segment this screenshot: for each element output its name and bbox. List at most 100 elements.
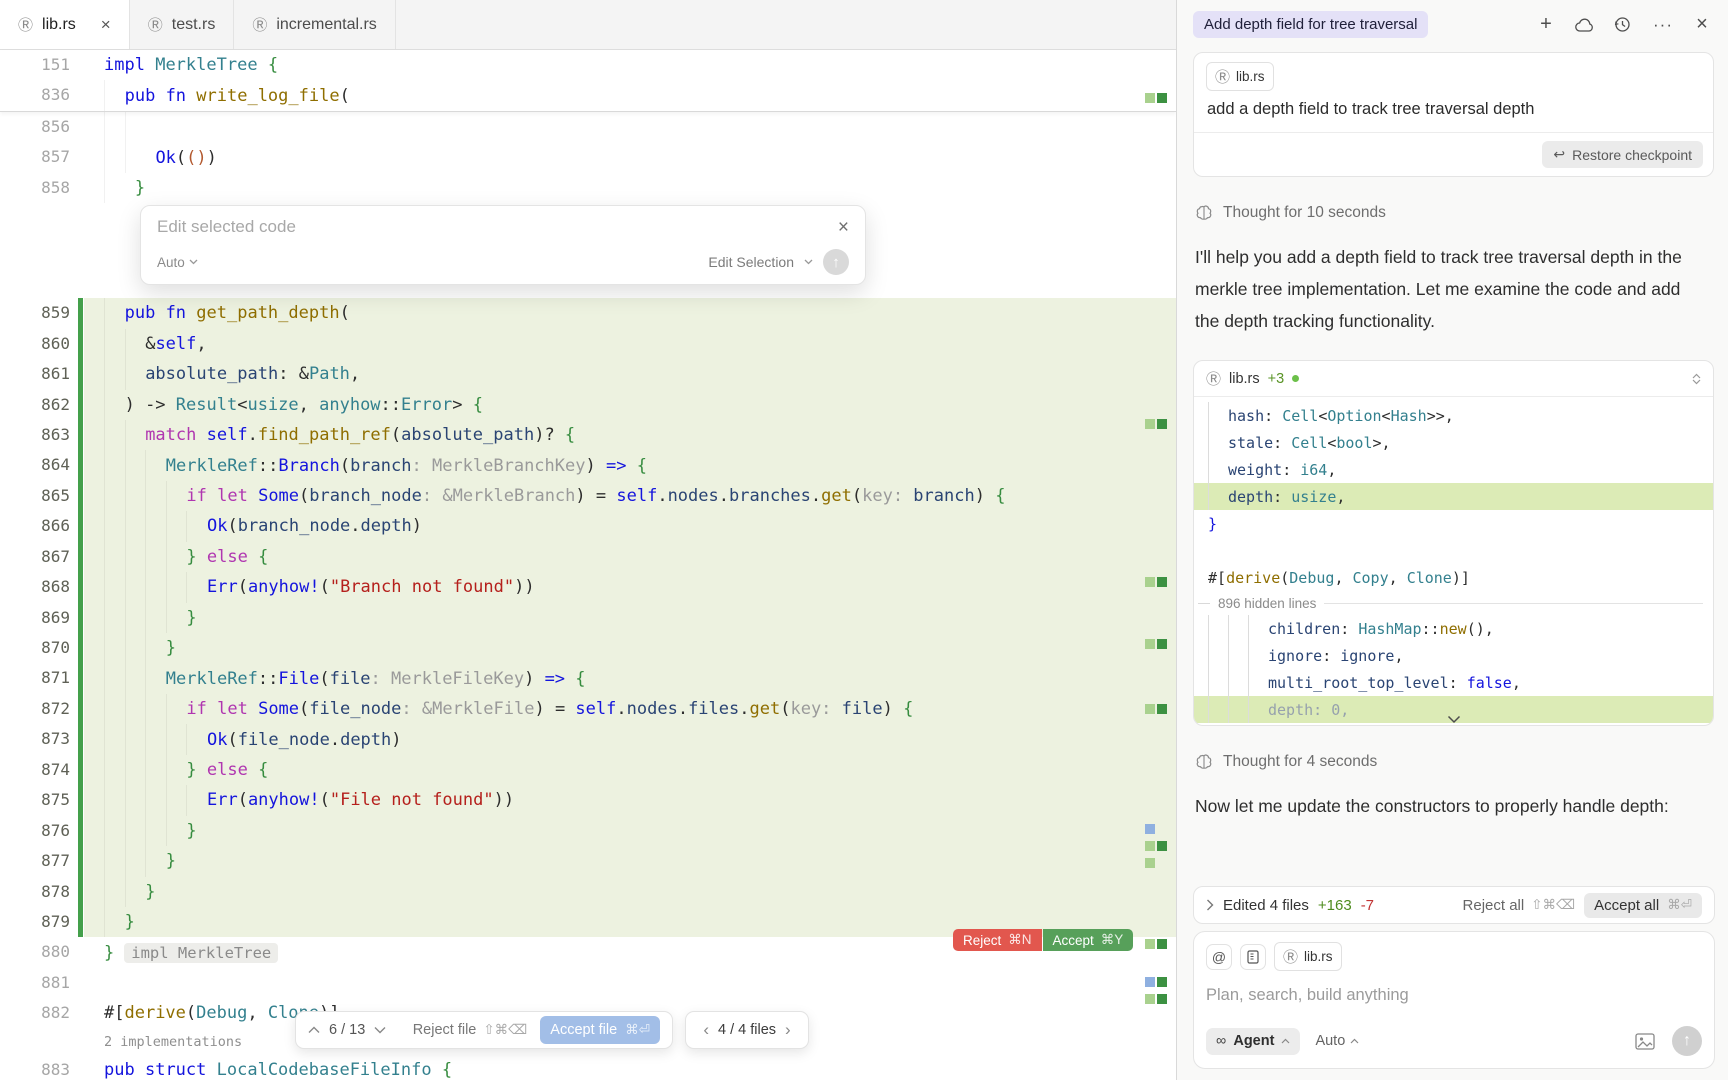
change-marker[interactable] <box>1157 704 1167 714</box>
file-context-chip[interactable]: Ⓡ lib.rs <box>1206 62 1274 91</box>
code-line-870[interactable]: 870} <box>0 633 1176 663</box>
assist-model-select[interactable]: Auto <box>157 255 198 270</box>
chevron-down-icon[interactable] <box>374 1026 386 1034</box>
diff-preview-card[interactable]: Ⓡ lib.rs +3 hash: Cell<Option<Hash>>,sta… <box>1193 360 1714 726</box>
code-line-871[interactable]: 871MerkleRef::File(file: MerkleFileKey) … <box>0 663 1176 693</box>
reject-all-button[interactable]: Reject all ⇧⌘⌫ <box>1463 897 1576 914</box>
change-marker[interactable] <box>1145 419 1155 429</box>
scrollbar-change-markers[interactable] <box>1145 0 1169 1080</box>
code-line-869[interactable]: 869} <box>0 603 1176 633</box>
next-file-button[interactable]: › <box>785 1020 791 1040</box>
change-marker[interactable] <box>1145 639 1155 649</box>
hidden-lines-divider[interactable]: 896 hidden lines <box>1194 591 1713 615</box>
thought-row[interactable]: Thought for 4 seconds <box>1195 753 1710 771</box>
code-line-857[interactable]: 857 Ok(()) <box>0 142 1176 172</box>
code-line-876[interactable]: 876} <box>0 816 1176 846</box>
mention-button[interactable]: @ <box>1206 944 1232 970</box>
file-context-chip[interactable]: Ⓡ lib.rs <box>1274 942 1342 971</box>
code-token: Err <box>207 790 238 810</box>
code-line-151[interactable]: 151impl MerkleTree { <box>0 50 1176 80</box>
assist-send-button[interactable]: ↑ <box>823 249 849 275</box>
new-thread-button[interactable]: + <box>1536 13 1556 36</box>
message-input[interactable]: Plan, search, build anything <box>1206 986 1702 1005</box>
change-marker[interactable] <box>1157 93 1167 103</box>
close-icon[interactable]: × <box>838 218 849 237</box>
rules-icon[interactable] <box>1240 944 1266 970</box>
code-line-878[interactable]: 878} <box>0 877 1176 907</box>
change-marker[interactable] <box>1145 994 1155 1004</box>
accept-all-button[interactable]: Accept all ⌘⏎ <box>1584 893 1702 918</box>
chevron-down-icon[interactable] <box>804 259 813 265</box>
change-marker[interactable] <box>1157 977 1167 987</box>
change-marker[interactable] <box>1157 841 1167 851</box>
change-marker[interactable] <box>1145 704 1155 714</box>
tab-lib.rs[interactable]: Ⓡlib.rs× <box>0 0 130 49</box>
code-line-863[interactable]: 863match self.find_path_ref(absolute_pat… <box>0 420 1176 450</box>
code-line-872[interactable]: 872if let Some(file_node: &MerkleFile) =… <box>0 694 1176 724</box>
code-editor[interactable]: Ⓡlib.rs×Ⓡtest.rsⓇincremental.rs 151impl … <box>0 0 1176 1080</box>
change-marker[interactable] <box>1145 858 1155 868</box>
code-line-856[interactable]: 856 <box>0 112 1176 142</box>
tab-test.rs[interactable]: Ⓡtest.rs <box>130 0 235 49</box>
assist-input[interactable]: Edit selected code <box>157 217 296 237</box>
hidden-lines-label[interactable]: 896 hidden lines <box>1218 596 1316 611</box>
code-line-858[interactable]: 858 } <box>0 173 1176 203</box>
prev-file-button[interactable]: ‹ <box>703 1020 709 1040</box>
more-options-icon[interactable]: ··· <box>1653 15 1673 35</box>
code-line-836[interactable]: 836pub fn write_log_file( <box>0 80 1176 110</box>
change-marker[interactable] <box>1157 939 1167 949</box>
code-line-883[interactable]: 883pub struct LocalCodebaseFileInfo { <box>0 1055 1176 1080</box>
code-token: Ok <box>207 730 227 750</box>
code-text: &self, <box>104 329 207 359</box>
change-marker[interactable] <box>1145 939 1155 949</box>
code-line-864[interactable]: 864MerkleRef::Branch(branch: MerkleBranc… <box>0 450 1176 480</box>
code-line-866[interactable]: 866Ok(branch_node.depth) <box>0 511 1176 541</box>
agent-mode-select[interactable]: ∞ Agent <box>1206 1028 1300 1055</box>
code-line-861[interactable]: 861absolute_path: &Path, <box>0 359 1176 389</box>
change-marker[interactable] <box>1157 994 1167 1004</box>
close-panel-icon[interactable]: × <box>1692 13 1712 36</box>
change-marker[interactable] <box>1157 639 1167 649</box>
expand-icon[interactable] <box>1692 373 1701 385</box>
change-marker[interactable] <box>1145 93 1155 103</box>
restore-checkpoint-button[interactable]: ↩ Restore checkpoint <box>1542 141 1703 168</box>
reject-hunk-button[interactable]: Reject ⌘N <box>953 929 1042 951</box>
code-line-865[interactable]: 865if let Some(branch_node: &MerkleBranc… <box>0 481 1176 511</box>
code-line-873[interactable]: 873Ok(file_node.depth) <box>0 724 1176 754</box>
edited-files-label[interactable]: Edited 4 files <box>1223 897 1309 914</box>
cloud-icon[interactable] <box>1575 18 1595 32</box>
history-icon[interactable] <box>1614 16 1634 33</box>
code-line-877[interactable]: 877} <box>0 846 1176 876</box>
model-select[interactable]: Auto <box>1315 1033 1359 1049</box>
code-line-875[interactable]: 875Err(anyhow!("File not found")) <box>0 785 1176 815</box>
change-marker[interactable] <box>1145 841 1155 851</box>
send-button[interactable]: ↑ <box>1672 1026 1702 1056</box>
change-marker[interactable] <box>1145 977 1155 987</box>
code-line-860[interactable]: 860&self, <box>0 329 1176 359</box>
scroll-more-icon[interactable] <box>1447 715 1461 724</box>
accept-hunk-button[interactable]: Accept ⌘Y <box>1043 929 1134 951</box>
tab-incremental.rs[interactable]: Ⓡincremental.rs <box>234 0 396 49</box>
change-marker[interactable] <box>1145 577 1155 587</box>
thread-title[interactable]: Add depth field for tree traversal <box>1193 11 1428 38</box>
code-line-881[interactable]: 881 <box>0 968 1176 998</box>
reject-file-button[interactable]: Reject file ⇧⌘⌫ <box>413 1022 528 1038</box>
change-marker[interactable] <box>1157 577 1167 587</box>
code-line-867[interactable]: 867} else { <box>0 542 1176 572</box>
change-marker[interactable] <box>1145 824 1155 834</box>
accept-file-button[interactable]: Accept file ⌘⏎ <box>540 1016 660 1044</box>
user-message-card[interactable]: Ⓡ lib.rs add a depth field to track tree… <box>1193 52 1714 177</box>
thought-row[interactable]: Thought for 10 seconds <box>1195 204 1710 222</box>
code-line-874[interactable]: 874} else { <box>0 755 1176 785</box>
chevron-right-icon[interactable] <box>1206 899 1214 911</box>
message-input-card[interactable]: @ Ⓡ lib.rs Plan, search, build anything … <box>1193 931 1715 1069</box>
chevron-up-icon[interactable] <box>308 1026 320 1034</box>
code-line-868[interactable]: 868Err(anyhow!("Branch not found")) <box>0 572 1176 602</box>
edit-selection-button[interactable]: Edit Selection <box>708 254 794 270</box>
close-tab-icon[interactable]: × <box>101 16 111 33</box>
change-marker[interactable] <box>1157 419 1167 429</box>
code-line-859[interactable]: 859pub fn get_path_depth( <box>0 298 1176 328</box>
attach-image-icon[interactable] <box>1635 1033 1655 1050</box>
code-line-862[interactable]: 862) -> Result<usize, anyhow::Error> { <box>0 390 1176 420</box>
inline-assist-popup[interactable]: Edit selected code × Auto Edit Selection… <box>140 205 866 285</box>
